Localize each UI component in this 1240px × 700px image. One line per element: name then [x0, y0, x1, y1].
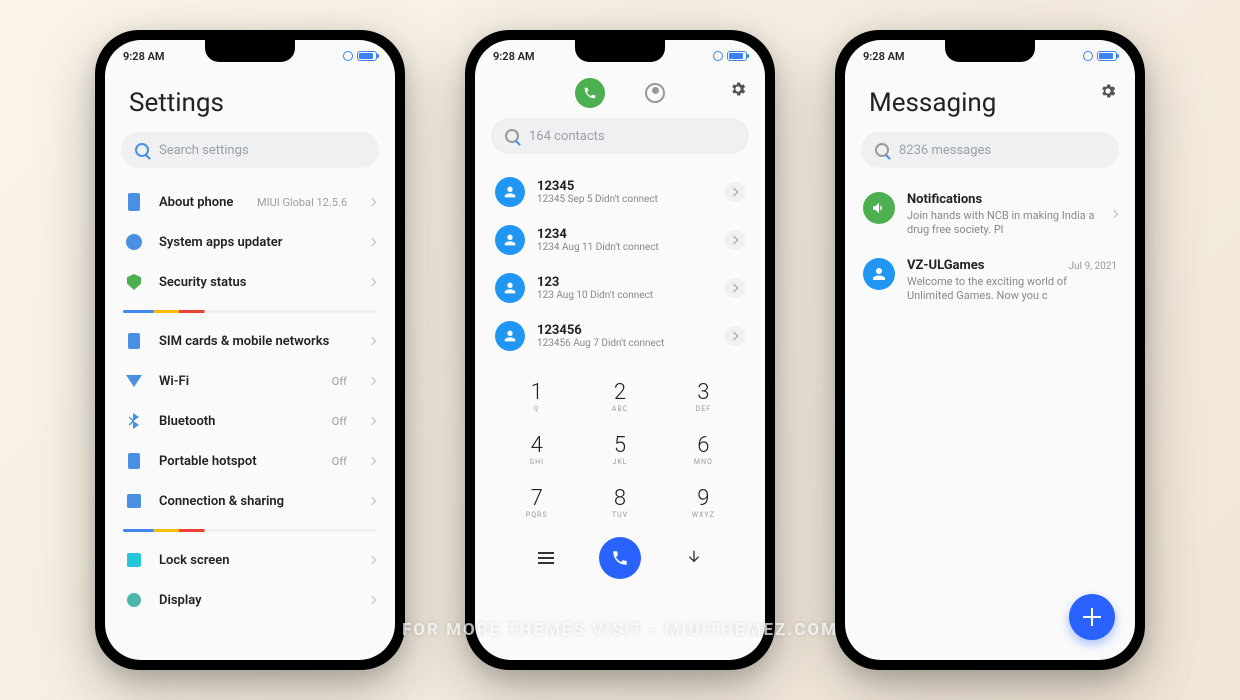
message-thread[interactable]: VZ-ULGamesJul 9, 2021 Welcome to the exc… — [845, 248, 1135, 314]
tab-contacts[interactable] — [645, 83, 665, 103]
collapse-dialpad-button[interactable] — [686, 548, 702, 568]
avatar-icon — [495, 321, 525, 351]
settings-item-display[interactable]: Display — [105, 580, 395, 620]
chevron-right-icon — [1110, 210, 1118, 218]
chevron-right-icon — [368, 596, 376, 604]
shield-icon — [127, 274, 141, 290]
watermark: FOR MORE THEMES VISIT - MIUITHEMEZ.COM — [402, 620, 838, 640]
search-placeholder: 164 contacts — [529, 129, 605, 144]
avatar-icon — [863, 258, 895, 290]
section-divider — [123, 529, 377, 532]
call-button[interactable] — [599, 537, 641, 579]
settings-button[interactable] — [729, 80, 747, 98]
settings-item-about[interactable]: About phone MIUI Global 12.5.6 — [105, 182, 395, 222]
battery-icon — [727, 51, 747, 61]
settings-item-hotspot[interactable]: Portable hotspot Off — [105, 441, 395, 481]
status-time: 9:28 AM — [863, 50, 905, 63]
chevron-right-icon — [368, 556, 376, 564]
phone-icon — [128, 193, 140, 211]
search-placeholder: 8236 messages — [899, 143, 991, 158]
chevron-right-icon — [368, 337, 376, 345]
search-placeholder: Search settings — [159, 143, 249, 158]
call-detail-button[interactable] — [725, 278, 745, 298]
sim-icon — [128, 333, 140, 349]
menu-button[interactable] — [538, 552, 554, 564]
dialpad-key-5[interactable]: 5JKL — [578, 423, 661, 476]
battery-icon — [1097, 51, 1117, 61]
dialpad-key-8[interactable]: 8TUV — [578, 476, 661, 529]
avatar-icon — [495, 273, 525, 303]
connection-icon — [127, 494, 141, 508]
notch — [205, 40, 295, 62]
alarm-icon — [1083, 51, 1093, 61]
chevron-right-icon — [368, 497, 376, 505]
avatar-icon — [495, 177, 525, 207]
search-input[interactable]: 8236 messages — [861, 132, 1119, 168]
call-detail-button[interactable] — [725, 182, 745, 202]
settings-item-security[interactable]: Security status — [105, 262, 395, 302]
hotspot-icon — [128, 453, 140, 469]
search-input[interactable]: 164 contacts — [491, 118, 749, 154]
avatar-icon — [495, 225, 525, 255]
message-thread[interactable]: Notifications Join hands with NCB in mak… — [845, 182, 1135, 248]
battery-icon — [357, 51, 377, 61]
chevron-right-icon — [368, 238, 376, 246]
call-log-item[interactable]: 123123 Aug 10 Didn't connect — [475, 264, 765, 312]
phone-messaging: 9:28 AM Messaging 8236 messages Notifica… — [835, 30, 1145, 670]
notification-icon — [863, 192, 895, 224]
call-log-item[interactable]: 123456123456 Aug 7 Didn't connect — [475, 312, 765, 360]
notch — [945, 40, 1035, 62]
lock-icon — [127, 553, 141, 567]
dialpad-key-9[interactable]: 9WXYZ — [662, 476, 745, 529]
notch — [575, 40, 665, 62]
tab-phone[interactable] — [575, 78, 605, 108]
settings-item-sim[interactable]: SIM cards & mobile networks — [105, 321, 395, 361]
phone-settings: 9:28 AM Settings Search settings About p… — [95, 30, 405, 670]
phone-dialer: 9:28 AM 164 contacts 1234512345 Sep 5 Di… — [465, 30, 775, 670]
dialpad-key-2[interactable]: 2ABC — [578, 370, 661, 423]
update-icon — [126, 234, 142, 250]
section-divider — [123, 310, 377, 313]
display-icon — [127, 593, 141, 607]
chevron-right-icon — [368, 198, 376, 206]
search-icon — [875, 143, 889, 157]
chevron-right-icon — [368, 377, 376, 385]
call-detail-button[interactable] — [725, 230, 745, 250]
settings-button[interactable] — [1099, 82, 1117, 104]
search-icon — [135, 143, 149, 157]
dialpad-key-4[interactable]: 4GHI — [495, 423, 578, 476]
settings-item-system-updater[interactable]: System apps updater — [105, 222, 395, 262]
alarm-icon — [713, 51, 723, 61]
chevron-right-icon — [368, 278, 376, 286]
status-time: 9:28 AM — [493, 50, 535, 63]
dialpad-key-3[interactable]: 3DEF — [662, 370, 745, 423]
call-log-item[interactable]: 1234512345 Sep 5 Didn't connect — [475, 168, 765, 216]
page-title: Messaging — [845, 72, 1135, 132]
dialpad: 1⚲ 2ABC 3DEF 4GHI 5JKL 6MNO 7PQRS 8TUV 9… — [475, 360, 765, 529]
compose-button[interactable] — [1069, 594, 1115, 640]
wifi-icon — [126, 375, 142, 387]
page-title: Settings — [105, 72, 395, 132]
call-log-item[interactable]: 12341234 Aug 11 Didn't connect — [475, 216, 765, 264]
search-input[interactable]: Search settings — [121, 132, 379, 168]
dialpad-key-7[interactable]: 7PQRS — [495, 476, 578, 529]
status-time: 9:28 AM — [123, 50, 165, 63]
dialpad-key-1[interactable]: 1⚲ — [495, 370, 578, 423]
settings-item-lockscreen[interactable]: Lock screen — [105, 540, 395, 580]
call-detail-button[interactable] — [725, 326, 745, 346]
settings-item-wifi[interactable]: Wi-Fi Off — [105, 361, 395, 401]
dialpad-key-6[interactable]: 6MNO — [662, 423, 745, 476]
chevron-right-icon — [368, 417, 376, 425]
bluetooth-icon — [129, 413, 139, 429]
search-icon — [505, 129, 519, 143]
settings-item-connection[interactable]: Connection & sharing — [105, 481, 395, 521]
alarm-icon — [343, 51, 353, 61]
chevron-right-icon — [368, 457, 376, 465]
settings-item-bluetooth[interactable]: Bluetooth Off — [105, 401, 395, 441]
